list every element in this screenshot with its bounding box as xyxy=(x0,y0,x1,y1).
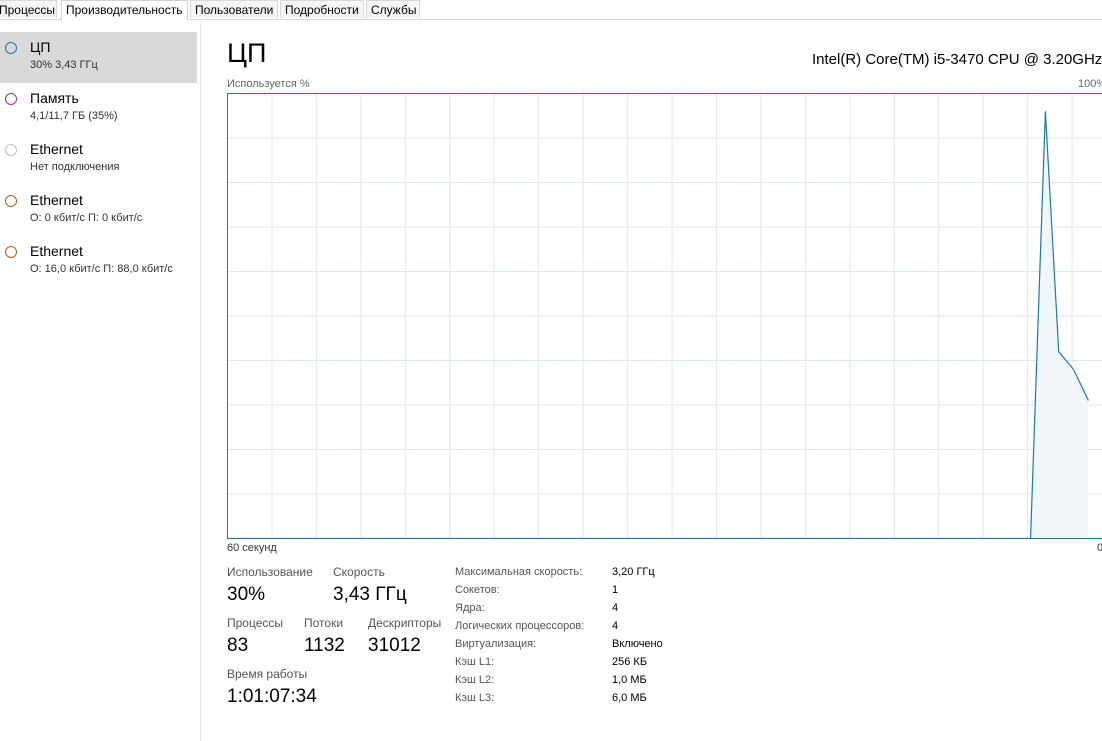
ethernet-indicator-icon xyxy=(5,144,17,156)
sidebar-item-subtitle: 30% 3,43 ГГц xyxy=(30,59,98,71)
cpu-model-name: Intel(R) Core(TM) i5-3470 CPU @ 3.20GHz xyxy=(812,51,1102,68)
graph-x-end-label: 0 xyxy=(1097,542,1102,554)
processes-label: Процессы xyxy=(227,616,284,630)
memory-indicator-icon xyxy=(5,93,17,105)
processes-value: 83 xyxy=(227,635,249,656)
info-value: 4 xyxy=(612,620,619,632)
sidebar-item-subtitle: Нет подключения xyxy=(30,161,120,173)
cpu-usage-area xyxy=(227,111,1089,539)
tab-label: Пользователи xyxy=(195,3,274,17)
sidebar-item-ethernet-3[interactable]: Ethernet О: 16,0 кбит/с П: 88,0 кбит/с xyxy=(0,236,197,287)
ethernet-indicator-icon xyxy=(5,246,17,258)
sidebar-item-title: Ethernet xyxy=(30,192,83,208)
graph-y-max-label: 100% xyxy=(1078,78,1102,90)
tab-details[interactable]: Подробности xyxy=(280,0,364,18)
cpu-graph-svg xyxy=(227,93,1102,540)
usage-value: 30% xyxy=(227,584,266,605)
sidebar-item-title: Ethernet xyxy=(30,141,83,157)
uptime-label: Время работы xyxy=(227,667,308,681)
info-value: 1,0 МБ xyxy=(612,674,647,686)
uptime-value: 1:01:07:34 xyxy=(227,686,317,707)
tab-performance[interactable]: Производительность xyxy=(61,0,188,20)
tab-label: Службы xyxy=(371,3,417,17)
info-key: Максимальная скорость: xyxy=(455,566,583,578)
tab-bar: Процессы Производительность Пользователи… xyxy=(0,0,1102,20)
tab-label: Процессы xyxy=(0,3,56,17)
cpu-usage-line xyxy=(227,111,1089,540)
info-key: Кэш L3: xyxy=(455,692,495,704)
graph-y-label: Используется % xyxy=(227,78,310,90)
info-value: 256 КБ xyxy=(612,656,648,668)
sidebar-item-ethernet-1[interactable]: Ethernet Нет подключения xyxy=(0,134,197,185)
sidebar-item-title: Ethernet xyxy=(30,243,83,259)
sidebar-item-subtitle: О: 16,0 кбит/с П: 88,0 кбит/с xyxy=(30,263,173,275)
sidebar-item-title: ЦП xyxy=(30,39,51,55)
tab-users[interactable]: Пользователи xyxy=(190,0,278,18)
tab-label: Производительность xyxy=(66,3,183,17)
info-value: 1 xyxy=(612,584,619,596)
handles-value: 31012 xyxy=(368,635,421,656)
sidebar: ЦП 30% 3,43 ГГц Память 4,1/11,7 ГБ (35%)… xyxy=(0,20,201,741)
graph-x-start-label: 60 секунд xyxy=(227,542,277,554)
info-value: 6,0 МБ xyxy=(612,692,647,704)
speed-value: 3,43 ГГц xyxy=(333,584,407,605)
tab-label: Подробности xyxy=(285,3,359,17)
handles-label: Дескрипторы xyxy=(368,616,442,630)
ethernet-indicator-icon xyxy=(5,195,17,207)
tab-processes[interactable]: Процессы xyxy=(0,0,57,18)
sidebar-item-subtitle: 4,1/11,7 ГБ (35%) xyxy=(30,110,118,122)
page-title: ЦП xyxy=(227,38,267,68)
info-key: Сокетов: xyxy=(455,584,500,596)
info-key: Ядра: xyxy=(455,602,485,614)
info-value: 4 xyxy=(612,602,619,614)
threads-value: 1132 xyxy=(304,635,345,656)
sidebar-item-cpu[interactable]: ЦП 30% 3,43 ГГц xyxy=(0,32,197,83)
sidebar-item-ethernet-2[interactable]: Ethernet О: 0 кбит/с П: 0 кбит/с xyxy=(0,185,197,236)
sidebar-item-subtitle: О: 0 кбит/с П: 0 кбит/с xyxy=(30,212,143,224)
tab-services[interactable]: Службы xyxy=(366,0,420,18)
info-value: 3,20 ГГц xyxy=(612,566,655,578)
usage-label: Использование xyxy=(227,565,313,579)
cpu-usage-graph xyxy=(227,93,1102,540)
info-key: Кэш L2: xyxy=(455,674,495,686)
speed-label: Скорость xyxy=(333,565,385,579)
cpu-indicator-icon xyxy=(5,42,17,54)
info-key: Виртуализация: xyxy=(455,638,537,650)
info-key: Кэш L1: xyxy=(455,656,495,668)
info-value: Включено xyxy=(612,638,663,650)
threads-label: Потоки xyxy=(304,616,344,630)
info-key: Логических процессоров: xyxy=(455,620,585,632)
sidebar-item-title: Память xyxy=(30,90,79,106)
sidebar-item-memory[interactable]: Память 4,1/11,7 ГБ (35%) xyxy=(0,83,197,134)
